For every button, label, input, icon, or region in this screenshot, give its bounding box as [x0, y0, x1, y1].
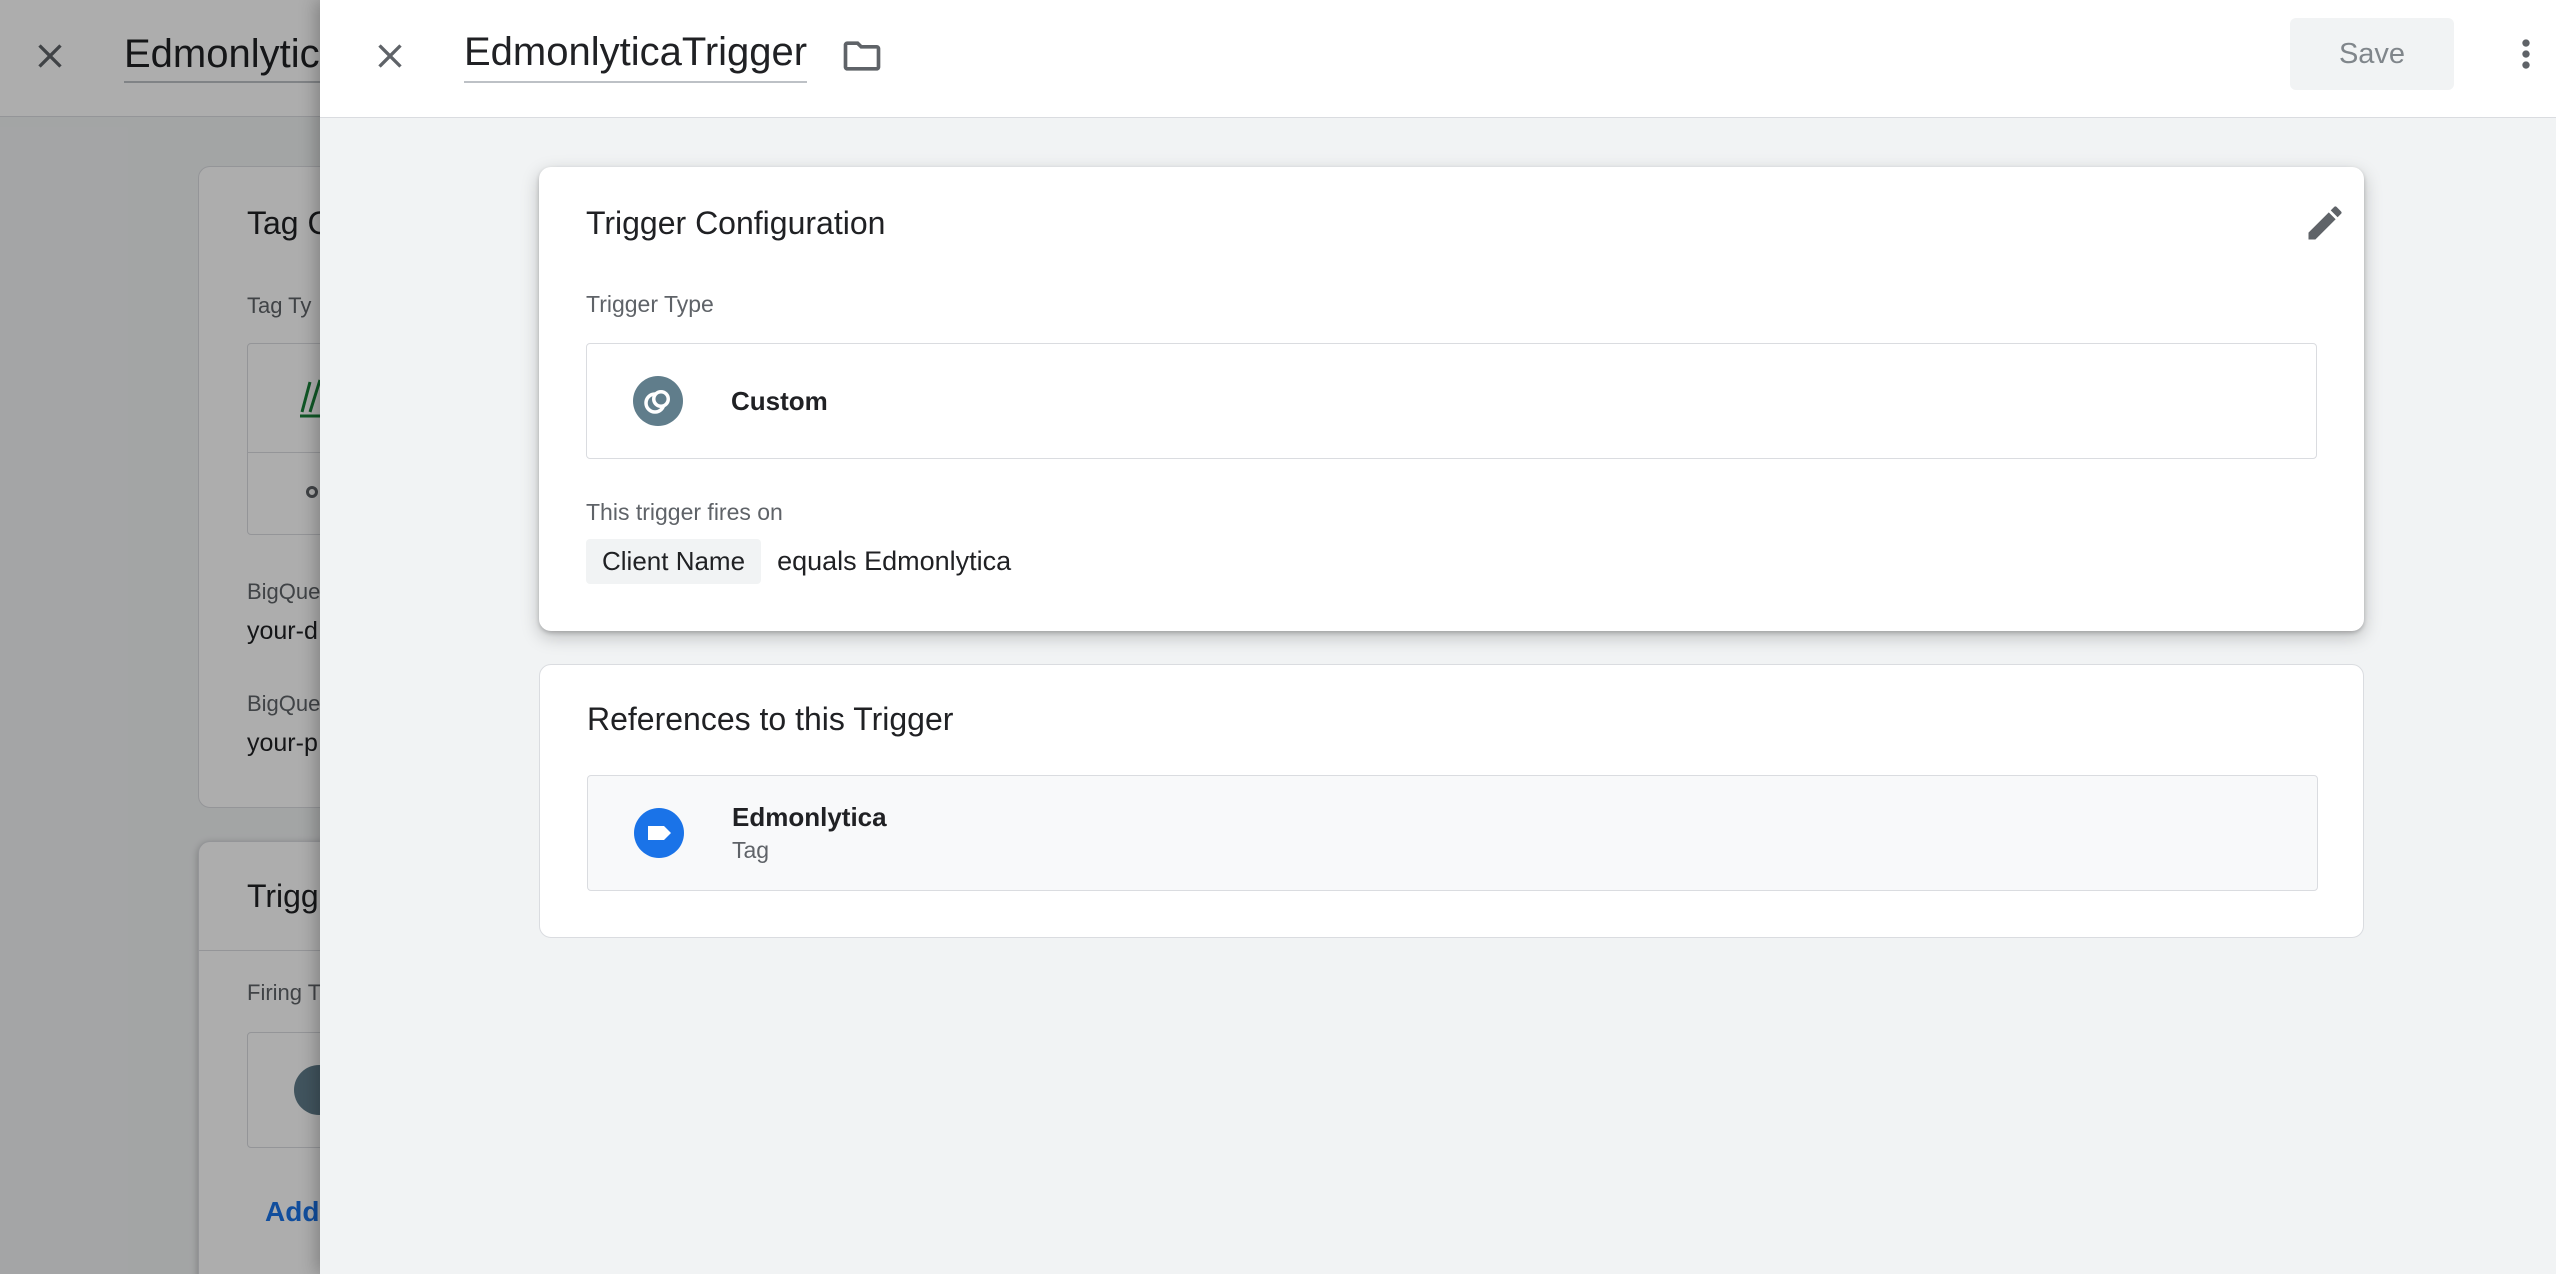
pencil-icon — [2303, 201, 2347, 250]
edit-button[interactable] — [2295, 195, 2355, 255]
trigger-panel-header: EdmonlyticaTrigger Save — [320, 0, 2556, 118]
condition-variable-chip: Client Name — [586, 539, 762, 584]
trigger-condition: Client Name equals Edmonlytica — [586, 539, 1011, 584]
trigger-configuration-title: Trigger Configuration — [586, 205, 886, 241]
condition-operator-value: equals Edmonlytica — [777, 546, 1012, 576]
tag-icon — [634, 808, 684, 858]
custom-event-icon — [633, 376, 683, 426]
trigger-panel: EdmonlyticaTrigger Save Trigger Configur… — [320, 0, 2556, 1274]
close-icon — [370, 36, 410, 81]
trigger-name-field[interactable]: EdmonlyticaTrigger — [464, 30, 808, 83]
save-button[interactable]: Save — [2290, 18, 2454, 90]
reference-name: Edmonlytica — [732, 802, 887, 832]
reference-type: Tag — [732, 837, 770, 863]
references-card: References to this Trigger Edmonlytica T… — [539, 664, 2364, 938]
more-options-button[interactable] — [2500, 30, 2552, 82]
trigger-type-selector[interactable]: Custom — [586, 343, 2317, 459]
folder-icon — [840, 34, 884, 83]
trigger-configuration-card[interactable]: Trigger Configuration Trigger Type Custo… — [539, 167, 2364, 631]
references-title: References to this Trigger — [587, 701, 954, 737]
reference-item[interactable]: Edmonlytica Tag — [587, 775, 2318, 891]
trigger-type-label: Trigger Type — [586, 291, 714, 317]
trigger-type-name: Custom — [731, 386, 828, 416]
folder-button[interactable] — [836, 34, 888, 82]
close-button[interactable] — [366, 34, 414, 82]
more-vert-icon — [2504, 32, 2548, 81]
fires-on-label: This trigger fires on — [586, 499, 783, 525]
